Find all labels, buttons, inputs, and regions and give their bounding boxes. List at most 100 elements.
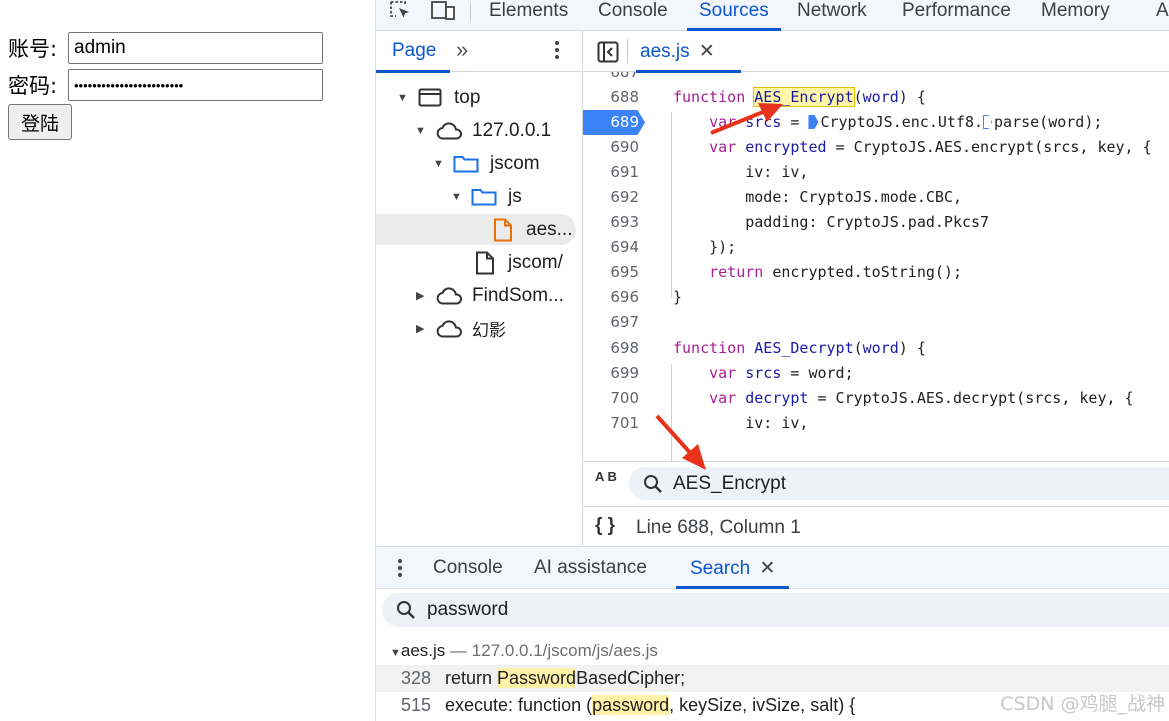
tab-network[interactable]: Network: [797, 0, 867, 31]
find-input[interactable]: AES_Encrypt: [629, 467, 1169, 500]
cloud-icon: [435, 122, 462, 146]
file-tab-label: aes.js: [640, 41, 690, 62]
breakpoint-marker[interactable]: 689: [583, 110, 645, 135]
tab-elements[interactable]: Elements: [489, 0, 568, 31]
drawer-tab-ai-assistance[interactable]: AI assistance: [534, 557, 647, 579]
navigator-pane: Page » ▼ top ▼ 127.0.0.1 ▼ jscom ▼ js ae…: [375, 31, 583, 546]
source-editor: aes.js ✕ 687 688 function AES_Encrypt(wo…: [583, 31, 1169, 546]
tree-item-top[interactable]: ▼ top: [376, 82, 583, 113]
password-label: 密码:: [8, 74, 58, 98]
tab-page[interactable]: Page: [375, 40, 451, 73]
tree-label: FindSom...: [472, 284, 564, 306]
search-icon: [643, 474, 663, 499]
expand-triangle-icon[interactable]: ▼: [397, 92, 408, 104]
code-text: });: [673, 238, 737, 256]
tab-memory[interactable]: Memory: [1041, 0, 1110, 31]
device-toolbar-icon[interactable]: [430, 0, 456, 27]
code-line: 695 return encrypted.toString();: [583, 260, 1169, 285]
code-text: var srcs = CryptoJS.enc.Utf8. parse(word)…: [709, 113, 1103, 131]
line-number[interactable]: 696: [583, 285, 639, 310]
drawer-menu-icon[interactable]: [397, 558, 403, 583]
close-icon[interactable]: ✕: [699, 41, 715, 62]
drawer-tab-bar: Console AI assistance Search ✕: [376, 547, 1169, 589]
tree-item-huanying[interactable]: ▶ 幻影: [376, 313, 583, 344]
editor-tab-bar: aes.js ✕: [583, 31, 1169, 73]
code-text: iv: iv,: [673, 163, 809, 181]
collapse-triangle-icon[interactable]: ▶: [416, 289, 424, 302]
tree-item-js-folder[interactable]: ▼ js: [376, 181, 583, 212]
result-file-name: aes.js: [400, 641, 446, 660]
folder-icon: [453, 155, 479, 179]
line-number[interactable]: 701: [583, 411, 639, 436]
find-bar: A B AES_Encrypt: [583, 461, 1169, 506]
webpage-viewport: 账号: 密码: 登陆: [0, 0, 375, 721]
result-code: execute: function (password, keySize, iv…: [445, 695, 856, 715]
tree-label: top: [454, 86, 481, 108]
line-number[interactable]: 698: [583, 336, 639, 361]
more-tabs-icon[interactable]: »: [456, 37, 468, 63]
navigator-menu-icon[interactable]: [554, 39, 560, 66]
line-number[interactable]: 697: [583, 310, 639, 335]
search-result-row[interactable]: 328 return PasswordBasedCipher;: [376, 665, 1169, 692]
line-number[interactable]: 687: [583, 72, 639, 85]
toolbar-divider: [470, 2, 471, 22]
tab-console[interactable]: Console: [598, 0, 668, 31]
line-number[interactable]: 699: [583, 361, 639, 386]
code-line: 690 var encrypted = CryptoJS.AES.encrypt…: [583, 135, 1169, 160]
code-line: 692 mode: CryptoJS.mode.CBC,: [583, 185, 1169, 210]
tab-sources[interactable]: Sources: [687, 0, 781, 31]
code-text: function AES_Decrypt(word) {: [673, 339, 926, 357]
search-result-file[interactable]: ▼aes.js — 127.0.0.1/jscom/js/aes.js: [390, 641, 658, 661]
match-case-icon[interactable]: A B: [595, 470, 617, 483]
password-input[interactable]: [68, 69, 323, 101]
toggle-navigator-icon[interactable]: [597, 41, 619, 68]
line-number[interactable]: 695: [583, 260, 639, 285]
code-text: function AES_Encrypt(word) {: [673, 87, 926, 107]
cursor-position: Line 688, Column 1: [636, 517, 801, 538]
code-text: }: [673, 288, 683, 306]
watermark: CSDN @鸡腿_战神: [1000, 693, 1165, 715]
line-number[interactable]: 694: [583, 235, 639, 260]
drawer-tab-console[interactable]: Console: [433, 557, 503, 579]
result-line-number: 328: [400, 668, 431, 688]
code-line: 693 padding: CryptoJS.pad.Pkcs7: [583, 210, 1169, 235]
pretty-print-icon[interactable]: { }: [595, 515, 615, 537]
expand-triangle-icon[interactable]: ▼: [390, 647, 401, 659]
tree-item-origin[interactable]: ▼ 127.0.0.1: [376, 115, 583, 146]
code-area[interactable]: 687 688 function AES_Encrypt(word) { 689…: [583, 72, 1169, 469]
line-number[interactable]: 700: [583, 386, 639, 411]
navigator-header: Page »: [375, 31, 583, 73]
drawer-tab-search[interactable]: Search ✕: [675, 557, 790, 589]
global-search-input[interactable]: password: [382, 593, 1169, 627]
result-line-number: 515: [400, 695, 431, 715]
account-input[interactable]: [68, 32, 323, 64]
line-number[interactable]: 690: [583, 135, 639, 160]
tree-item-jscom-folder[interactable]: ▼ jscom: [376, 148, 583, 179]
code-text: var decrypt = CryptoJS.AES.decrypt(srcs,…: [709, 389, 1134, 407]
code-line: 696 }: [583, 285, 1169, 310]
line-number[interactable]: 693: [583, 210, 639, 235]
file-icon: [475, 251, 495, 281]
tab-performance[interactable]: Performance: [902, 0, 1011, 31]
code-line: 698 function AES_Decrypt(word) {: [583, 336, 1169, 361]
close-icon[interactable]: ✕: [759, 558, 775, 579]
expand-triangle-icon[interactable]: ▼: [415, 125, 426, 137]
collapse-triangle-icon[interactable]: ▶: [416, 322, 424, 335]
tree-item-findsom[interactable]: ▶ FindSom...: [376, 280, 583, 311]
line-number[interactable]: 692: [583, 185, 639, 210]
result-code: return PasswordBasedCipher;: [445, 668, 686, 688]
tree-item-jscom-file[interactable]: jscom/: [376, 247, 583, 278]
inspect-element-icon[interactable]: [389, 0, 413, 27]
tree-label: js: [508, 185, 522, 207]
tree-item-aes-js[interactable]: aes...: [376, 214, 576, 245]
login-button[interactable]: 登陆: [8, 104, 72, 140]
expand-triangle-icon[interactable]: ▼: [433, 158, 444, 170]
frame-icon: [418, 88, 442, 113]
expand-triangle-icon[interactable]: ▼: [451, 191, 462, 203]
line-number[interactable]: 691: [583, 160, 639, 185]
file-tab-aes-js[interactable]: aes.js ✕: [636, 40, 741, 73]
code-line: 697: [583, 310, 1169, 335]
line-number[interactable]: 688: [583, 85, 639, 110]
tab-application[interactable]: Ap: [1156, 0, 1169, 31]
search-icon: [396, 600, 416, 625]
